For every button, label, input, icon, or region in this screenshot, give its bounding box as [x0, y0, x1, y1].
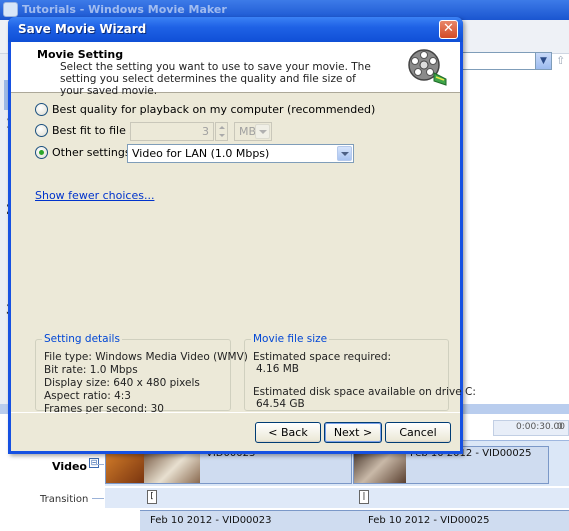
setting-details-group: Setting details File type: Windows Media…	[35, 333, 248, 415]
chevron-down-icon[interactable]: ▼	[535, 53, 551, 69]
video-track-label: Video	[52, 460, 87, 473]
other-settings-value: Video for LAN (1.0 Mbps)	[132, 147, 270, 160]
space-required-value: 4.16 MB	[256, 363, 299, 375]
audio-clip-name[interactable]: Feb 10 2012 - VID00025	[368, 515, 490, 526]
other-settings-label: Other settings:	[52, 146, 135, 159]
collections-pane	[463, 72, 569, 404]
best-quality-label: Best quality for playback on my computer…	[52, 103, 376, 116]
collapse-track-icon[interactable]: ⊟	[89, 458, 99, 468]
detail-frames-per-second: Frames per second: 30	[44, 403, 164, 415]
movie-maker-app-icon	[3, 2, 18, 17]
ruler-label: 0	[557, 422, 563, 432]
collection-combo[interactable]: ▼	[460, 52, 552, 70]
size-unit-select[interactable]: MB	[234, 122, 272, 141]
wizard-step-description: Select the setting you want to use to sa…	[60, 61, 371, 97]
file-size-stepper[interactable]	[215, 122, 228, 141]
movie-file-size-legend: Movie file size	[251, 333, 330, 345]
track-connector	[92, 464, 104, 465]
detail-display-size: Display size: 640 x 480 pixels	[44, 377, 200, 389]
option-other-settings[interactable]: Other settings:	[35, 146, 134, 159]
movie-file-size-group: Movie file size Estimated space required…	[244, 333, 476, 411]
transition-track	[105, 488, 569, 508]
setting-details-legend: Setting details	[42, 333, 122, 345]
close-icon[interactable]: ✕	[439, 20, 458, 39]
detail-aspect-ratio: Aspect ratio: 4:3	[44, 390, 131, 402]
file-size-input[interactable]: 3	[130, 122, 214, 141]
detail-file-type: File type: Windows Media Video (WMV)	[44, 351, 248, 363]
transition-marker[interactable]: [	[147, 490, 157, 504]
app-title: Tutorials - Windows Movie Maker	[22, 3, 227, 16]
film-reel-icon	[408, 49, 447, 86]
chevron-down-icon[interactable]	[255, 124, 270, 139]
cancel-button[interactable]: Cancel	[385, 422, 451, 443]
button-separator	[11, 412, 460, 413]
space-required-label: Estimated space required:	[253, 351, 392, 363]
size-unit-value: MB	[239, 125, 257, 138]
best-fit-radio[interactable]	[35, 124, 48, 137]
option-best-quality[interactable]: Best quality for playback on my computer…	[35, 103, 375, 116]
dialog-titlebar[interactable]: Save Movie Wizard ✕	[8, 17, 463, 42]
track-connector	[92, 498, 104, 499]
disk-space-label: Estimated disk space available on drive …	[253, 386, 476, 398]
wizard-step-title: Movie Setting	[37, 48, 124, 61]
up-folder-icon[interactable]: ⇧	[556, 54, 568, 68]
dialog-title: Save Movie Wizard	[18, 22, 147, 36]
other-settings-radio[interactable]	[35, 146, 48, 159]
save-movie-wizard-dialog: Save Movie Wizard ✕ Movie Setting Select…	[8, 17, 476, 454]
chevron-down-icon[interactable]	[337, 146, 352, 161]
wizard-header: Movie Setting Select the setting you wan…	[11, 42, 460, 97]
other-settings-select[interactable]: Video for LAN (1.0 Mbps)	[127, 144, 354, 163]
back-button[interactable]: < Back	[255, 422, 321, 443]
detail-bit-rate: Bit rate: 1.0 Mbps	[44, 364, 138, 376]
show-fewer-choices-link[interactable]: Show fewer choices...	[35, 189, 154, 202]
best-quality-radio[interactable]	[35, 103, 48, 116]
dialog-body: Movie Setting Select the setting you wan…	[11, 42, 476, 451]
next-button[interactable]: Next >	[324, 422, 382, 443]
transition-marker[interactable]: |	[359, 490, 369, 504]
audio-clip-name[interactable]: Feb 10 2012 - VID00023	[150, 515, 272, 526]
transition-track-label: Transition	[40, 494, 89, 505]
disk-space-value: 64.54 GB	[256, 398, 305, 410]
